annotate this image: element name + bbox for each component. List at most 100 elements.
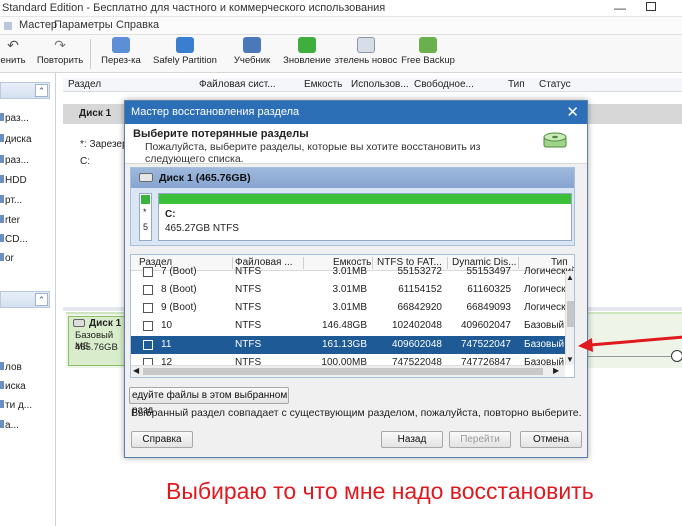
table-row[interactable]: 10 NTFS 146.48GB 102402048 409602047 Базовый [131, 317, 566, 335]
close-icon[interactable]: ✕ [566, 103, 579, 121]
disk-map-size: 465.76GB [75, 342, 118, 353]
left-panel-item[interactable]: рт... [0, 195, 22, 206]
scroll-down-icon[interactable]: ▼ [566, 355, 574, 364]
dialog-instruction: Пожалуйста, выберите разделы, которые вы… [145, 141, 481, 165]
cell-size: 3.01MB [332, 266, 367, 277]
help-button[interactable]: Справка [131, 431, 193, 448]
undo-icon: ↶ [7, 37, 19, 53]
menu-bar: Мастер Параметры Справка [0, 17, 682, 35]
left-panel-item[interactable]: лов [0, 362, 22, 373]
disk-map-block[interactable]: Диск 1 Базовый МБ 465.76GB [68, 316, 126, 366]
left-panel-header-top[interactable]: ⌃ [0, 82, 50, 99]
col-status[interactable]: Статус [539, 79, 571, 90]
divider-line [582, 356, 682, 357]
toolbar: ↶ енить ↷ Повторить Перез-ка Safely Part… [0, 35, 682, 73]
maximize-icon[interactable] [646, 2, 656, 11]
unallocated-block[interactable]: * 5 [139, 193, 152, 241]
left-panel-item[interactable]: иска [0, 381, 26, 392]
menu-wizard[interactable]: Мастер [19, 19, 57, 31]
menu-app-icon [4, 22, 12, 30]
cell-name: 10 [161, 320, 173, 331]
toolbar-separator [90, 39, 91, 69]
update-button[interactable]: Зновление [278, 37, 336, 66]
left-panel-item[interactable]: HDD [0, 175, 27, 186]
menu-options[interactable]: Параметры [54, 19, 113, 31]
free-backup-button[interactable]: Free Backup [400, 37, 456, 66]
redo-button[interactable]: ↷ Повторить [36, 37, 84, 66]
scroll-left-icon[interactable]: ◀ [133, 366, 139, 375]
dialog-titlebar: Мастер восстановления раздела ✕ [125, 101, 587, 124]
cell-size: 161.13GB [321, 339, 367, 350]
row-checkbox[interactable] [143, 285, 153, 295]
partition-c-block[interactable]: C: 465.27GB NTFS [158, 193, 572, 241]
table-row[interactable]: 8 (Boot) NTFS 3.01MB 61154152 61160325 Логиче… [131, 281, 574, 299]
table-row[interactable]: 9 (Boot) NTFS 3.01MB 66842920 66849093 Логиче… [131, 299, 574, 317]
vertical-scrollbar[interactable]: ▲ ▼ [565, 271, 574, 365]
grid-reserved-label[interactable]: *: Зарезер [80, 139, 128, 150]
cell-type: Базовый [524, 339, 565, 350]
table-row[interactable]: 7 (Boot) NTFS 3.01MB 55153272 55153497 Логиче… [131, 263, 574, 281]
annotation-caption: Выбираю то что мне надо восстановить [166, 478, 594, 504]
browse-files-button[interactable]: едуйте файлы в этом выбранном разд [129, 387, 289, 416]
cell-size: 146.48GB [321, 320, 367, 331]
disk-map-title: Диск 1 [89, 318, 122, 329]
grid-c-label[interactable]: C: [80, 156, 90, 167]
left-panel-item[interactable]: CD... [0, 234, 28, 245]
dialog-heading: Выберите потерянные разделы [133, 128, 309, 140]
cell-ntfs: 55153272 [397, 266, 443, 277]
cell-dyn: 66849093 [466, 302, 512, 313]
scroll-right-icon[interactable]: ▶ [553, 366, 559, 375]
next-button[interactable]: Перейти [449, 431, 511, 448]
redo-icon: ↷ [54, 37, 66, 53]
dialog-header: Выберите потерянные разделы Пожалуйста, … [125, 124, 587, 165]
table-row[interactable]: 11 NTFS 161.13GB 409602048 747522047 Базовый [131, 336, 566, 354]
grid-disk-label: Диск 1 [79, 108, 112, 119]
undo-button[interactable]: ↶ енить [0, 37, 30, 66]
left-panel-header-bottom[interactable]: ⌃ [0, 291, 50, 308]
scroll-thumb[interactable] [143, 368, 543, 375]
lost-partitions-table: Раздел Файловая ... Емкость NTFS to FAT.… [130, 254, 575, 378]
disk-panel: Диск 1 (465.76GB) * 5 C: 465.27GB NTFS [130, 167, 575, 246]
horizontal-scrollbar[interactable]: ◀ ▶ [131, 365, 565, 377]
collapse-icon[interactable]: ⌃ [35, 84, 48, 97]
col-partition[interactable]: Раздел [68, 79, 101, 90]
menu-help[interactable]: Справка [116, 19, 159, 31]
left-panel-item[interactable]: раз... [0, 155, 29, 166]
cell-fs: NTFS [235, 266, 262, 277]
left-panel-item[interactable]: раз... [0, 113, 29, 124]
safely-partition-button[interactable]: Safely Partition [152, 37, 218, 66]
envelope-icon [357, 37, 375, 53]
col-used[interactable]: Использов... [351, 79, 409, 90]
col-free[interactable]: Свободное... [414, 79, 474, 90]
left-panel-item[interactable]: диска [0, 134, 32, 145]
col-type[interactable]: Тип [508, 79, 525, 90]
col-filesystem[interactable]: Файловая сист... [199, 79, 276, 90]
news-button[interactable]: зтелень новос [334, 37, 398, 66]
left-panel-item[interactable]: ти д... [0, 400, 32, 411]
row-checkbox[interactable] [143, 267, 153, 277]
dialog-title: Мастер восстановления раздела [131, 106, 300, 118]
cell-name: 11 [161, 339, 172, 350]
scroll-up-icon[interactable]: ▲ [566, 273, 574, 282]
row-checkbox[interactable] [143, 340, 153, 350]
back-button[interactable]: Назад [381, 431, 443, 448]
cell-size: 3.01MB [332, 284, 367, 295]
col-capacity[interactable]: Емкость [304, 79, 342, 90]
row-checkbox[interactable] [143, 321, 153, 331]
scroll-thumb[interactable] [567, 301, 574, 327]
tutorial-button[interactable]: Учебник [230, 37, 274, 66]
minimize-icon[interactable]: — [614, 1, 626, 15]
cell-name: 8 (Boot) [161, 284, 197, 295]
disk-panel-header[interactable]: Диск 1 (465.76GB) [131, 168, 574, 188]
cancel-button[interactable]: Отмена [520, 431, 582, 448]
reboot-button[interactable]: Перез-ка [96, 37, 146, 66]
cell-fs: NTFS [235, 302, 262, 313]
red-arrow-annotation [578, 335, 682, 352]
collapse-icon[interactable]: ⌃ [35, 293, 48, 306]
left-panel-item[interactable]: а... [0, 420, 19, 431]
disk-recovery-icon [543, 132, 567, 148]
partition-recovery-dialog: Мастер восстановления раздела ✕ Выберите… [124, 100, 588, 458]
left-panel-item[interactable]: or [0, 253, 14, 264]
left-panel-item[interactable]: rter [0, 215, 20, 226]
row-checkbox[interactable] [143, 303, 153, 313]
